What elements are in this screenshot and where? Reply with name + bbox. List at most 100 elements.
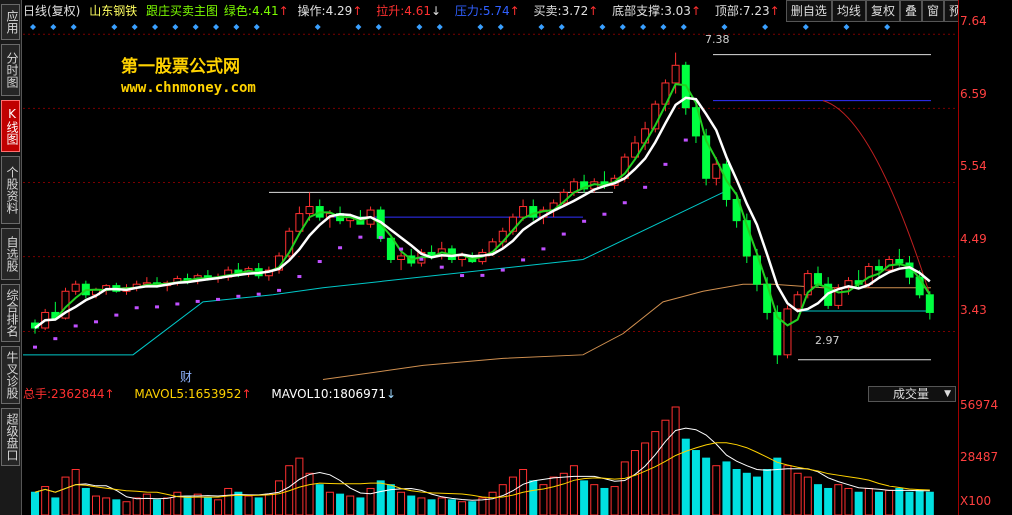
volume-chart[interactable] [23, 403, 958, 515]
volume-tick-label: 28487 [960, 450, 999, 464]
reweight-button[interactable]: 复权 [865, 0, 900, 22]
volume-bar [468, 501, 477, 515]
candle-body [71, 283, 80, 292]
signal-diamond [30, 24, 36, 30]
site-watermark: 第一股票公式网 [121, 57, 240, 77]
moving-average-button[interactable]: 均线 [831, 0, 866, 22]
side-tab-2[interactable]: K线图 [1, 100, 20, 152]
volume-bar [864, 487, 873, 515]
volume-bar [407, 495, 416, 515]
green-label: 绿色: [223, 4, 252, 18]
delete-favorite-button[interactable]: 删自选 [785, 0, 832, 22]
price-tick-label: 4.49 [960, 232, 987, 246]
volume-bar [732, 469, 741, 515]
volume-bar [305, 472, 314, 515]
signal-diamond [619, 24, 626, 30]
volume-bar [356, 497, 365, 515]
signal-diamond [843, 24, 850, 30]
side-tab-5[interactable]: 综合排名 [1, 284, 20, 342]
candle-body [397, 255, 406, 260]
volume-bar [81, 487, 90, 515]
signal-diamond [50, 24, 57, 30]
trailing-dot [216, 297, 221, 301]
signal-diamond [172, 24, 179, 30]
up-arrow-icon: ↑ [278, 4, 289, 18]
volume-bar [712, 465, 721, 515]
signal-diamond [477, 24, 484, 30]
signal-diamond [660, 24, 667, 30]
side-tab-7[interactable]: 超级盘口 [1, 408, 20, 466]
indicator-name[interactable]: 跟庄买卖主图 [146, 4, 218, 18]
signal-diamond [558, 24, 565, 30]
mavol5-label: MAVOL5: [134, 387, 188, 401]
volume-bar [346, 495, 355, 515]
trailing-dot [134, 306, 139, 310]
trailing-dot [439, 265, 444, 269]
period-label[interactable]: 日线(复权) [23, 4, 80, 18]
volume-bar [905, 491, 914, 515]
buysell-value: 3.72 [561, 4, 589, 18]
low-price-label: 2.97 [815, 334, 840, 347]
trailing-dot [338, 246, 343, 250]
mavol10-line [34, 442, 930, 499]
side-tab-6[interactable]: 牛叉诊股 [1, 346, 20, 404]
candle-body [813, 273, 822, 285]
trailing-dot [256, 292, 261, 296]
up-arrow-icon: ↑ [690, 4, 701, 18]
volume-bar [895, 487, 904, 515]
window-button[interactable]: 窗 [921, 0, 944, 22]
trailing-dot [622, 201, 627, 205]
signal-diamond [152, 24, 159, 30]
volume-bar [397, 491, 406, 515]
signal-diamond [416, 24, 423, 30]
volume-bar [214, 499, 223, 515]
trailing-dot [460, 274, 465, 278]
signal-diamond [497, 24, 504, 30]
side-tab-1[interactable]: 分时图 [1, 44, 20, 96]
volume-bar [610, 486, 619, 515]
volume-bar [691, 450, 700, 515]
trailing-dot [561, 232, 566, 236]
price-tick-label: 7.64 [960, 14, 987, 28]
operate-value: 4.29 [325, 4, 353, 18]
trailing-dot [643, 185, 648, 189]
total-volume-value: 2362844 [51, 387, 105, 401]
candle-body [305, 206, 314, 215]
signal-diamond [233, 24, 240, 30]
volume-bar [844, 487, 853, 515]
side-tab-0[interactable]: 应用 [1, 4, 20, 40]
volume-bar [376, 480, 385, 515]
signal-diamond [762, 24, 769, 30]
price-axis [958, 0, 1012, 515]
volume-bar [671, 406, 680, 515]
signal-diamond [884, 24, 891, 30]
trailing-dot [602, 212, 607, 216]
overlay-button[interactable]: 叠 [899, 0, 922, 22]
ma-green-line [34, 83, 931, 329]
operate-label: 操作: [297, 4, 326, 18]
trailing-dot [419, 257, 424, 261]
side-tab-4[interactable]: 自选股 [1, 228, 20, 280]
signal-diamond [538, 24, 545, 30]
signal-diamond [680, 24, 687, 30]
volume-bar [478, 497, 487, 515]
volume-bar [498, 484, 507, 515]
volume-type-select[interactable]: 成交量 ▼ [868, 386, 956, 402]
high-price-label: 7.38 [705, 33, 730, 46]
volume-bar [590, 484, 599, 515]
mavol5-line [34, 427, 930, 501]
trailing-dot [53, 337, 58, 341]
volume-bar [630, 450, 639, 515]
finance-marker[interactable]: 财 [180, 368, 192, 385]
volume-bar [549, 476, 558, 515]
volume-bar [651, 431, 660, 515]
volume-bar [41, 486, 50, 515]
green-value: 4.41 [251, 4, 279, 18]
trailing-dot [73, 324, 78, 328]
volume-bar [112, 499, 121, 515]
side-tab-3[interactable]: 个股资料 [1, 156, 20, 224]
volume-bar [885, 489, 894, 515]
volume-bar [203, 497, 212, 515]
trailing-dot [500, 268, 505, 272]
volume-bar [925, 491, 934, 515]
